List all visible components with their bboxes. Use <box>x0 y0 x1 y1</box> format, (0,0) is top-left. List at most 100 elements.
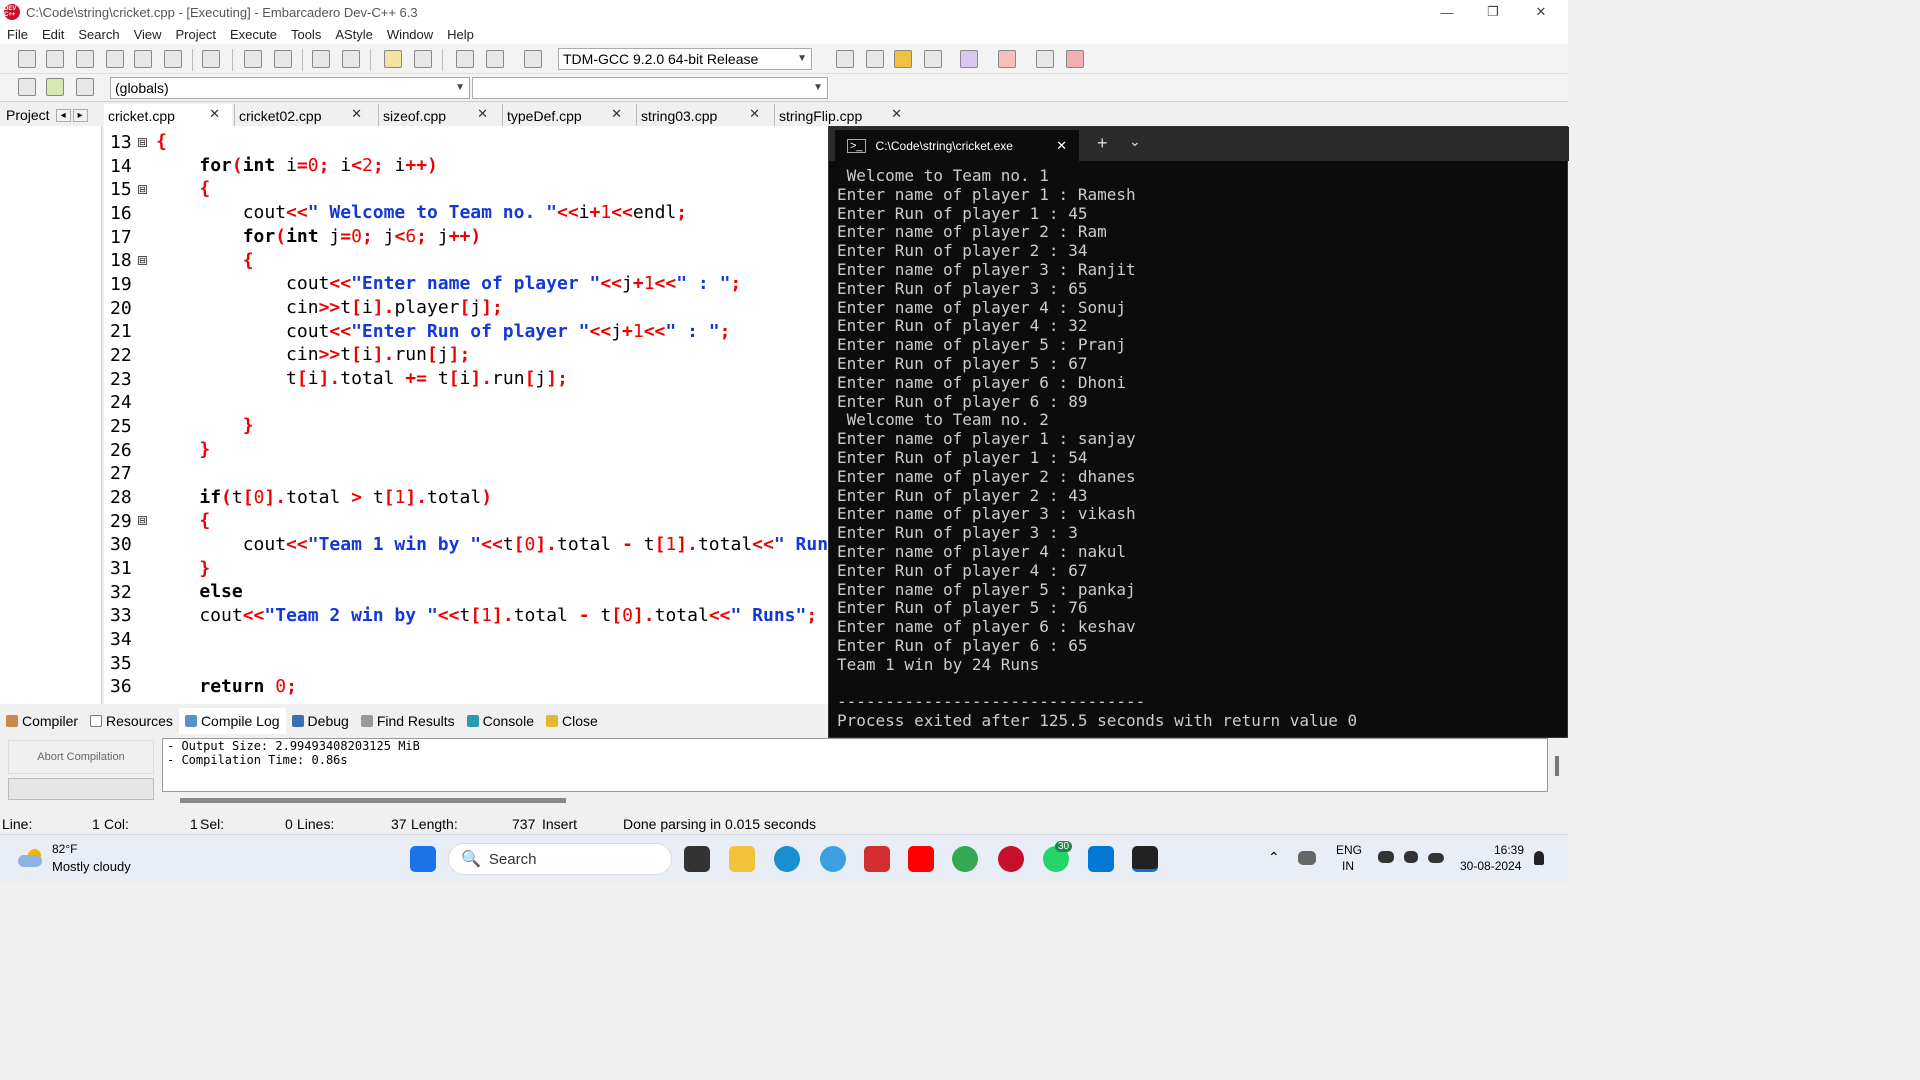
tab-debug[interactable]: Debug <box>286 708 355 734</box>
menu-view[interactable]: View <box>127 27 169 42</box>
menu-tools[interactable]: Tools <box>284 27 328 42</box>
battery-icon[interactable] <box>1428 853 1444 863</box>
menu-help[interactable]: Help <box>440 27 481 42</box>
horizontal-scrollbar[interactable] <box>180 798 566 803</box>
menu-execute[interactable]: Execute <box>223 27 284 42</box>
fold-icon[interactable]: ⊟ <box>138 185 147 194</box>
tab-close[interactable]: Close <box>540 708 604 734</box>
goto-bookmark-icon[interactable] <box>76 78 94 96</box>
tab-sizeof-cpp[interactable]: sizeof.cpp ✕ <box>378 104 500 128</box>
clock-date[interactable]: 30-08-2024 <box>1460 859 1521 873</box>
menu-search[interactable]: Search <box>71 27 126 42</box>
close-file-icon[interactable] <box>134 50 152 68</box>
code-text[interactable]: { for(int i=0; i<2; i++) { cout<<" Welco… <box>156 130 828 699</box>
minimize-button[interactable]: — <box>1424 0 1470 24</box>
prev-panel-icon[interactable]: ◂ <box>55 108 71 122</box>
tab-compile-log[interactable]: Compile Log <box>178 708 286 734</box>
menu-file[interactable]: File <box>0 27 35 42</box>
vscode-icon[interactable] <box>1088 846 1114 872</box>
unindent-icon[interactable] <box>342 50 360 68</box>
close-icon[interactable]: ✕ <box>351 106 362 122</box>
run-icon[interactable] <box>866 50 884 68</box>
task-view-icon[interactable] <box>684 846 710 872</box>
new-file-icon[interactable] <box>18 50 36 68</box>
windows-start-icon[interactable] <box>410 846 436 872</box>
tab-compiler[interactable]: Compiler <box>0 708 84 734</box>
profile-icon[interactable] <box>1036 50 1054 68</box>
fold-icon[interactable]: ⊟ <box>138 516 147 525</box>
compiler-select[interactable]: TDM-GCC 9.2.0 64-bit Release ▼ <box>558 48 812 70</box>
edge-icon[interactable] <box>774 846 800 872</box>
delete-profile-icon[interactable] <box>1066 50 1084 68</box>
code-editor[interactable]: 13 14 15 16 17 18 19 20 21 22 23 24 25 2… <box>104 126 828 704</box>
member-select[interactable]: ▼ <box>472 77 828 99</box>
mcafee-icon[interactable] <box>864 846 890 872</box>
menu-window[interactable]: Window <box>380 27 440 42</box>
insert-icon[interactable] <box>18 78 36 96</box>
compile-run-icon[interactable] <box>894 50 912 68</box>
replace-icon[interactable] <box>274 50 292 68</box>
rebuild-icon[interactable] <box>924 50 942 68</box>
close-icon[interactable]: ✕ <box>477 106 488 122</box>
forward-icon[interactable] <box>486 50 504 68</box>
vertical-scrollbar[interactable] <box>1555 756 1559 776</box>
tab-stringflip-cpp[interactable]: stringFlip.cpp ✕ <box>774 104 914 128</box>
fold-icon[interactable]: ⊟ <box>138 138 147 147</box>
tab-find-results[interactable]: Find Results <box>355 708 461 734</box>
wifi-icon[interactable] <box>1378 851 1394 863</box>
restore-button[interactable]: ❐ <box>1470 0 1516 24</box>
close-icon[interactable]: ✕ <box>611 106 622 122</box>
abort-compilation-button[interactable]: Abort Compilation <box>8 740 154 774</box>
save-icon[interactable] <box>76 50 94 68</box>
syntax-check-icon[interactable] <box>960 50 978 68</box>
open-file-icon[interactable] <box>46 50 64 68</box>
file-explorer-icon[interactable] <box>729 846 755 872</box>
console-tab[interactable]: >_ C:\Code\string\cricket.exe ✕ <box>835 130 1079 161</box>
weather-icon[interactable] <box>18 849 44 867</box>
console-window[interactable]: >_ C:\Code\string\cricket.exe ✕ + ⌄ Welc… <box>828 126 1569 738</box>
close-icon[interactable]: ✕ <box>209 106 220 122</box>
close-all-icon[interactable] <box>164 50 182 68</box>
back-icon[interactable] <box>456 50 474 68</box>
notification-bell-icon[interactable] <box>1534 851 1544 865</box>
goto-icon[interactable] <box>524 50 542 68</box>
scope-select[interactable]: (globals) ▼ <box>110 77 470 99</box>
chrome-icon[interactable] <box>952 846 978 872</box>
tab-typedef-cpp[interactable]: typeDef.cpp ✕ <box>502 104 634 128</box>
undo-icon[interactable] <box>384 50 402 68</box>
stop-execution-icon[interactable] <box>998 50 1016 68</box>
tray-chevron-icon[interactable]: ⌃ <box>1268 849 1280 866</box>
indent-icon[interactable] <box>312 50 330 68</box>
tab-string03-cpp[interactable]: string03.cpp ✕ <box>636 104 772 128</box>
print-icon[interactable] <box>202 50 220 68</box>
devcpp-taskbar-icon[interactable] <box>998 846 1024 872</box>
taskbar-search[interactable]: 🔍 Search <box>448 843 672 875</box>
next-panel-icon[interactable]: ▸ <box>72 108 88 122</box>
toggle-bookmark-icon[interactable] <box>46 78 64 96</box>
tab-console[interactable]: Console <box>461 708 540 734</box>
network-settings-icon[interactable] <box>1298 851 1316 865</box>
clock-time[interactable]: 16:39 <box>1494 843 1524 857</box>
close-window-button[interactable]: ✕ <box>1518 0 1564 24</box>
redo-icon[interactable] <box>414 50 432 68</box>
tab-resources[interactable]: Resources <box>84 708 179 734</box>
save-all-icon[interactable] <box>106 50 124 68</box>
fold-icon[interactable]: ⊟ <box>138 256 147 265</box>
menu-astyle[interactable]: AStyle <box>328 27 380 42</box>
project-tab[interactable]: Project ◂ ▸ <box>0 104 102 126</box>
tab-cricket-cpp[interactable]: cricket.cpp ✕ <box>104 104 232 128</box>
copilot-icon[interactable] <box>820 846 846 872</box>
find-icon[interactable] <box>244 50 262 68</box>
language-code[interactable]: ENG <box>1336 843 1362 857</box>
volume-icon[interactable] <box>1404 851 1418 863</box>
close-icon[interactable]: ✕ <box>749 106 760 122</box>
tab-cricket02-cpp[interactable]: cricket02.cpp ✕ <box>234 104 374 128</box>
terminal-taskbar-icon[interactable] <box>1132 846 1158 872</box>
devcpp-app-icon[interactable]: DEV C++ <box>4 4 20 20</box>
chevron-down-icon[interactable]: ⌄ <box>1129 133 1141 150</box>
youtube-icon[interactable] <box>908 846 934 872</box>
close-icon[interactable]: ✕ <box>891 106 902 122</box>
close-icon[interactable]: ✕ <box>1056 138 1067 154</box>
language-region[interactable]: IN <box>1342 859 1354 873</box>
new-tab-button[interactable]: + <box>1097 133 1108 154</box>
